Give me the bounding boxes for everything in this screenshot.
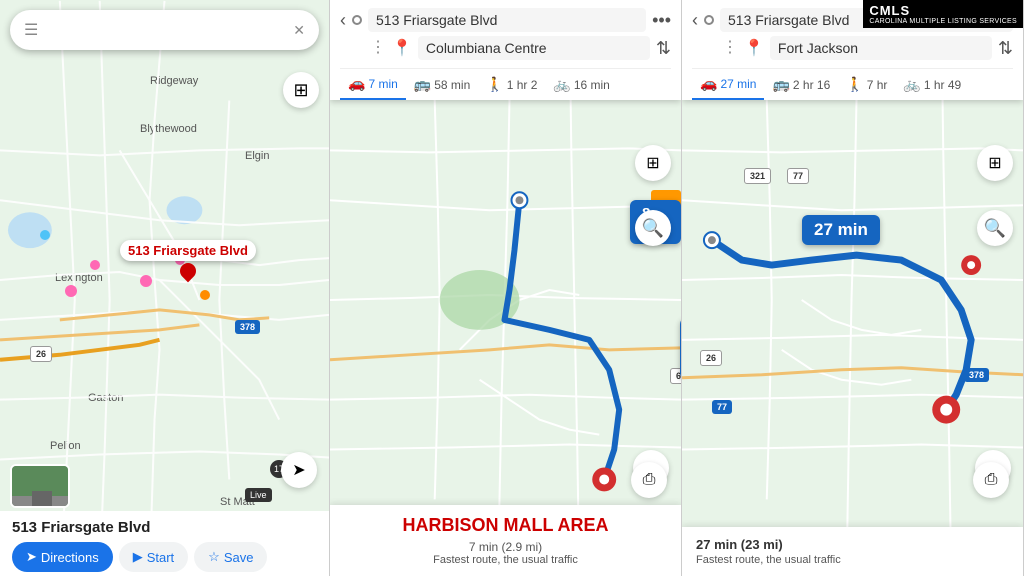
save-button[interactable]: ☆ Save [194,542,267,572]
panel1-bottom-bar: 513 Friarsgate Blvd ➤ Directions ▶ Start… [0,511,329,576]
to-field-1[interactable] [418,36,650,60]
street-view-thumbnail[interactable] [10,464,70,508]
tab-drive-2[interactable]: 🚗 27 min [692,69,764,100]
route-sub-1: Fastest route, the usual traffic [344,554,667,566]
destination-name-1: HARBISON MALL AREA [344,515,667,536]
directions-icon: ➤ [26,549,37,565]
nearby-pin-5 [65,285,77,297]
to-row-2: ⋮ 📍 ⇅ [692,36,1013,64]
cmls-badge: CMLS CAROLINA MULTIPLE LISTING SERVICES [863,0,1023,28]
navigate-button[interactable]: ➤ [281,452,317,488]
route-time-1: 7 min (2.9 mi) [344,540,667,554]
tab-transit-1[interactable]: 🚌 58 min [406,69,478,100]
time-badge-27min: 27 min [802,215,880,245]
shield-321: 321 [744,168,771,184]
directions-button[interactable]: ➤ Directions [12,542,113,572]
save-icon: ☆ [208,549,220,565]
panel2-bottom-bar: HARBISON MALL AREA 7 min (2.9 mi) Fastes… [330,505,681,576]
to-row: ⋮ 📍 ⇅ [340,36,671,64]
search-input[interactable]: 513 Friarsgate Blvd [46,22,285,39]
transit-icon-1: 🚌 [414,76,431,93]
search-icon: ☰ [24,20,38,40]
start-button[interactable]: ▶ Start [119,542,188,572]
action-buttons: ➤ Directions ▶ Start ☆ Save [12,542,317,572]
swap-button-1[interactable]: ⇅ [656,38,671,59]
layers-button-2[interactable]: ⊞ [635,145,671,181]
start-icon: ▶ [133,549,143,565]
swap-button-2[interactable]: ⇅ [998,38,1013,59]
shield-77: 77 [712,400,732,414]
tab-bike-2[interactable]: 🚲 1 hr 49 [895,69,969,100]
shield-378: 378 [235,320,260,334]
search-bar[interactable]: ☰ 513 Friarsgate Blvd ✕ [10,10,319,50]
zoom-in-button-2[interactable]: 🔍 [977,210,1013,246]
layers-button[interactable]: ⊞ [283,72,319,108]
drive-icon-2: 🚗 [700,75,717,92]
from-field-1[interactable] [368,8,646,32]
close-icon[interactable]: ✕ [293,22,305,39]
drive-icon-1: 🚗 [348,75,365,92]
origin-dot-2 [704,15,714,25]
walk-icon-2: 🚶 [846,76,863,93]
layers-button-3[interactable]: ⊞ [977,145,1013,181]
pin-dot [177,260,200,283]
panel3-bottom-bar: 27 min (23 mi) Fastest route, the usual … [682,527,1023,576]
bike-icon-2: 🚲 [903,76,920,93]
tab-walk-1[interactable]: 🚶 1 hr 2 [478,69,545,100]
origin-dot [352,15,362,25]
panel-directions-2: ‹ ⋮ 📍 ⇅ 🚗 27 min 🚌 2 hr 16 🚶 7 hr [682,0,1024,576]
transit-icon-2: 🚌 [772,76,789,93]
from-row: ‹ ••• [340,8,671,36]
shield-378-p3: 378 [964,368,989,382]
zoom-in-button-1[interactable]: 🔍 [635,210,671,246]
back-button-2[interactable]: ‹ [692,10,698,31]
nearby-pin-4 [200,290,210,300]
live-badge: Live [245,488,272,502]
transport-tabs-2: 🚗 27 min 🚌 2 hr 16 🚶 7 hr 🚲 1 hr 49 [692,68,1013,100]
nearby-pin-6 [40,230,50,240]
tab-walk-2[interactable]: 🚶 7 hr [838,69,895,100]
location-title: 513 Friarsgate Blvd [12,519,317,536]
panel-map-main: ☰ 513 Friarsgate Blvd ✕ ⊞ 513 Friarsgate… [0,0,330,576]
nearby-pin-1 [90,260,100,270]
to-field-2[interactable] [770,36,992,60]
pin-label: 513 Friarsgate Blvd [120,240,256,261]
directions-header-1: ‹ ••• ⋮ 📍 ⇅ 🚗 7 min 🚌 58 min 🚶 1 hr [330,0,681,100]
location-pin: 513 Friarsgate Blvd [120,240,256,281]
panel-directions-1: ‹ ••• ⋮ 📍 ⇅ 🚗 7 min 🚌 58 min 🚶 1 hr [330,0,682,576]
route-time-2: 27 min (23 mi) [696,537,1009,552]
route-dots-2: ⋮ [722,40,736,56]
transport-tabs-1: 🚗 7 min 🚌 58 min 🚶 1 hr 2 🚲 16 min [340,68,671,100]
bike-icon-1: 🚲 [553,76,570,93]
tab-drive-1[interactable]: 🚗 7 min [340,69,406,100]
dest-pin-icon-2: 📍 [744,38,764,58]
dest-pin-icon: 📍 [392,38,412,58]
tab-transit-2[interactable]: 🚌 2 hr 16 [764,69,838,100]
route-dots: ⋮ [370,40,384,56]
share-button-1[interactable]: ⎙ [631,462,667,498]
tab-bike-1[interactable]: 🚲 16 min [545,69,617,100]
shield-26-p3: 26 [700,350,722,366]
shield-77b: 77 [787,168,809,184]
walk-icon-1: 🚶 [486,76,503,93]
share-button-2[interactable]: ⎙ [973,462,1009,498]
shield-26: 26 [30,346,52,362]
more-button-1[interactable]: ••• [652,10,671,31]
route-sub-2: Fastest route, the usual traffic [696,554,1009,566]
back-button-1[interactable]: ‹ [340,10,346,31]
